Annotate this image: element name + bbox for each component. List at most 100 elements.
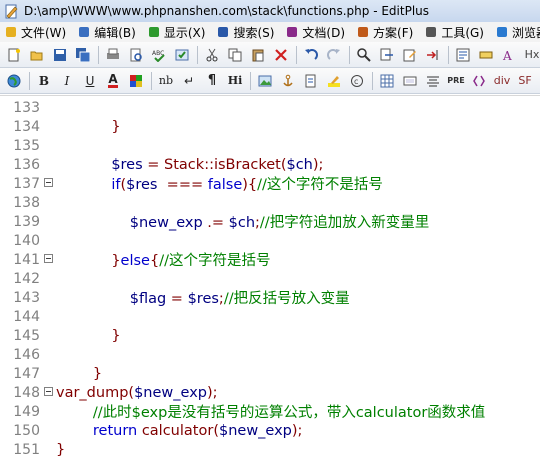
menu-item-5[interactable]: 文档(D) (285, 24, 345, 41)
code-token: //这个字符不是括号 (257, 177, 383, 193)
form-icon[interactable] (399, 70, 421, 92)
heading-button[interactable]: Hi (224, 70, 246, 92)
code-line[interactable]: 151} (0, 440, 540, 459)
code-line[interactable]: 136 $res = Stack::isBracket($ch); (0, 155, 540, 174)
code-line[interactable]: 142 (0, 269, 540, 288)
word-wrap-icon[interactable] (452, 44, 474, 66)
menu-item-2[interactable]: 编辑(B) (77, 24, 136, 41)
code-text: } (56, 366, 102, 382)
code-line[interactable]: 137 if($res === false){//这个字符不是括号 (0, 174, 540, 194)
print-icon[interactable] (102, 44, 124, 66)
fold-toggle-icon[interactable] (44, 178, 53, 187)
paste-icon[interactable] (247, 44, 269, 66)
code-line[interactable]: 138 (0, 193, 540, 212)
edit-document-icon[interactable] (399, 44, 421, 66)
code-line[interactable]: 149 //此时$exp是没有括号的运算公式，带入calculator函数求值 (0, 402, 540, 422)
browser-preview-icon[interactable] (171, 44, 193, 66)
ruler-icon[interactable] (475, 44, 497, 66)
line-break-button[interactable]: ↵ (178, 70, 200, 92)
menu-item-label: 方案(F) (373, 25, 414, 40)
line-number: 148 (13, 384, 40, 401)
code-line[interactable]: 134 } (0, 117, 540, 136)
div-button[interactable]: div (491, 70, 513, 92)
copy-icon[interactable] (224, 44, 246, 66)
code-line[interactable]: 141 }else{//这个字符是括号 (0, 250, 540, 270)
code-line[interactable]: 147 } (0, 364, 540, 383)
code-token: calculator (141, 422, 214, 439)
menu-item-8[interactable]: 浏览器(L) (495, 24, 540, 41)
code-line[interactable]: 133 (0, 98, 540, 117)
delete-icon[interactable] (270, 44, 292, 66)
pre-button[interactable]: PRE (445, 70, 467, 92)
code-line[interactable]: 140 (0, 231, 540, 250)
code-token: ); (206, 384, 218, 401)
code-token: } (56, 441, 66, 458)
color-picker-icon[interactable] (125, 70, 147, 92)
font-color-button[interactable]: A (102, 70, 124, 92)
spell-check-icon[interactable]: ABC (148, 44, 170, 66)
link-icon[interactable] (300, 70, 322, 92)
line-number: 145 (13, 327, 40, 344)
code-editor[interactable]: 133 134 } 135 136 $res = Stack::isBracket($… (0, 95, 540, 472)
line-number: 140 (13, 232, 40, 249)
code-token: } (111, 118, 121, 135)
goto-line-icon[interactable] (422, 44, 444, 66)
fold-toggle-icon[interactable] (44, 254, 53, 263)
code-line[interactable]: 145 } (0, 326, 540, 345)
image-icon[interactable] (254, 70, 276, 92)
code-token: $res (126, 177, 158, 193)
comment-icon[interactable] (468, 70, 490, 92)
find-icon[interactable] (353, 44, 375, 66)
save-all-icon[interactable] (72, 44, 94, 66)
code-text: return calculator($new_exp); (56, 422, 303, 439)
redo-icon[interactable] (323, 44, 345, 66)
code-line[interactable]: 148 var_dump($new_exp); (0, 383, 540, 402)
toolbar-separator (250, 71, 251, 90)
undo-icon[interactable] (300, 44, 322, 66)
paragraph-button[interactable]: ¶ (201, 70, 223, 92)
code-line[interactable]: 143 $flag = $res;//把反括号放入变量 (0, 288, 540, 308)
cut-icon[interactable] (201, 44, 223, 66)
new-file-icon[interactable] (3, 44, 25, 66)
edit-menu-icon (77, 25, 91, 39)
bold-button[interactable]: B (33, 70, 55, 92)
menu-item-6[interactable]: 方案(F) (356, 24, 413, 41)
open-folder-icon[interactable] (26, 44, 48, 66)
menu-item-7[interactable]: 工具(G) (424, 24, 484, 41)
font-size-icon[interactable]: A (498, 44, 520, 66)
line-number: 151 (13, 441, 40, 458)
menu-item-1[interactable]: 文件(W) (4, 24, 66, 41)
table-icon[interactable] (376, 70, 398, 92)
window-title: D:\amp\WWW\www.phpnanshen.com\stack\func… (24, 4, 430, 18)
anchor-icon[interactable] (277, 70, 299, 92)
line-number: 139 (13, 213, 40, 230)
italic-button[interactable]: I (56, 70, 78, 92)
print-preview-icon[interactable] (125, 44, 147, 66)
underline-button[interactable]: U (79, 70, 101, 92)
code-line[interactable]: 146 (0, 345, 540, 364)
replace-icon[interactable] (376, 44, 398, 66)
sf-button[interactable]: SF (514, 70, 536, 92)
code-token: } (111, 253, 121, 269)
save-icon[interactable] (49, 44, 71, 66)
code-line[interactable]: 135 (0, 136, 540, 155)
menu-item-4[interactable]: 搜索(S) (216, 24, 274, 41)
line-number: 135 (13, 137, 40, 154)
code-line[interactable]: 144 (0, 307, 540, 326)
align-center-icon[interactable] (422, 70, 444, 92)
code-token: //把字符追加放入新变量里 (259, 215, 430, 231)
code-line[interactable]: 150 return calculator($new_exp); (0, 421, 540, 440)
fold-toggle-icon[interactable] (44, 387, 53, 396)
code-line[interactable]: 139 $new_exp .= $ch;//把字符追加放入新变量里 (0, 212, 540, 232)
header-hx-icon[interactable]: Hx (521, 44, 540, 66)
highlight-icon[interactable] (323, 70, 345, 92)
nbsp-button[interactable]: nb (155, 70, 177, 92)
menu-item-3[interactable]: 显示(X) (147, 24, 205, 41)
globe-icon[interactable] (3, 70, 25, 92)
menu-item-label: 文档(D) (302, 25, 346, 40)
copyright-icon[interactable]: c (346, 70, 368, 92)
toolbar-separator (197, 45, 198, 64)
